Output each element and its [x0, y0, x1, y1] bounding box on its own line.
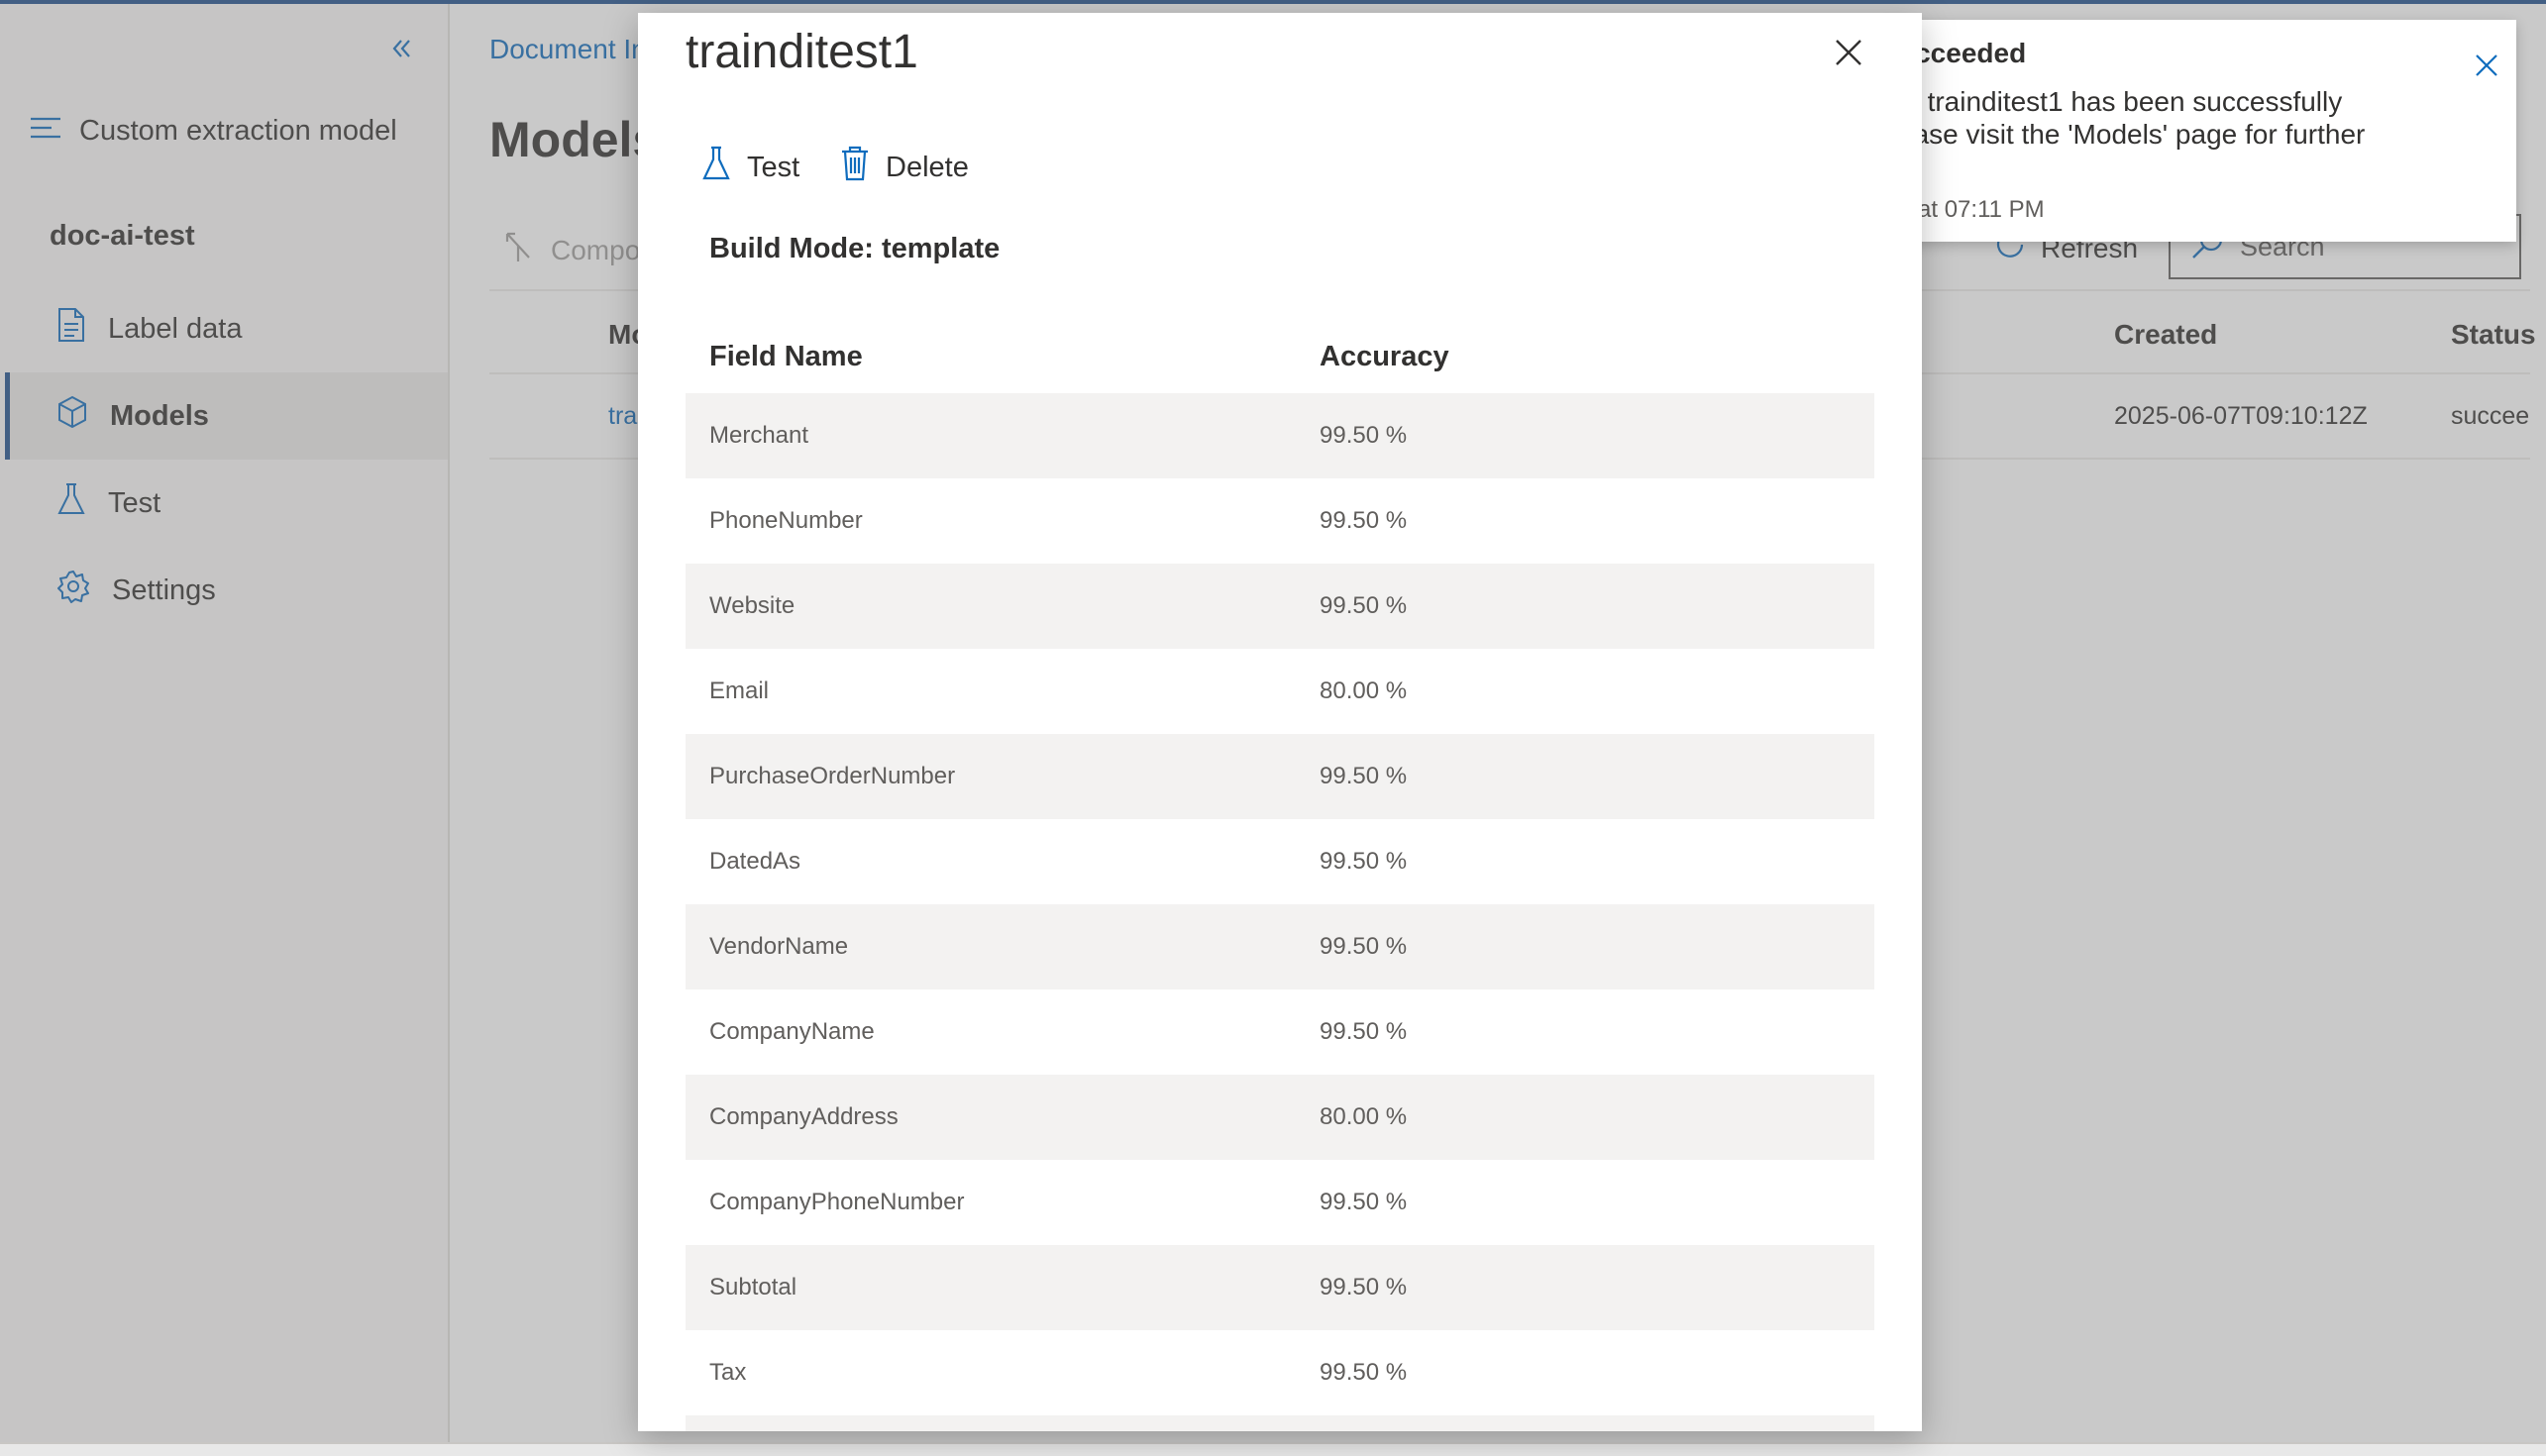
accuracy-header: Accuracy: [1320, 340, 1449, 372]
table-row: CompanyPhoneNumber 99.50 %: [686, 1160, 1874, 1245]
accuracy-cell: 99.50 %: [1320, 592, 1408, 619]
model-details-dialog: trainditest1 Test Delete Build Mode: tem…: [638, 13, 1922, 1431]
table-row: Email 80.00 %: [686, 649, 1874, 734]
field-name-header: Field Name: [709, 340, 863, 372]
toast-message-line: ease visit the 'Models' page for further: [1898, 119, 2366, 150]
field-name-cell: VendorName: [709, 933, 849, 960]
table-row: PhoneNumber 99.50 %: [686, 478, 1874, 564]
close-icon[interactable]: [1827, 31, 1870, 74]
table-row: PurchaseOrderNumber 99.50 %: [686, 734, 1874, 819]
table-header: Field Name Accuracy: [686, 320, 1874, 393]
accuracy-cell: 99.50 %: [1320, 1359, 1408, 1386]
accuracy-cell: 99.50 %: [1320, 422, 1408, 449]
close-icon[interactable]: [2473, 52, 2500, 79]
table-row: DatedAs 99.50 %: [686, 819, 1874, 904]
table-row: Tax 99.50 %: [686, 1330, 1874, 1415]
table-row: Merchant 99.50 %: [686, 393, 1874, 478]
field-name-cell: Tax: [709, 1359, 747, 1386]
test-button[interactable]: Test: [701, 138, 799, 197]
delete-label: Delete: [886, 151, 969, 183]
table-row: Subtotal 99.50 %: [686, 1245, 1874, 1330]
fields-accuracy-table: Field Name Accuracy Merchant 99.50 % Pho…: [686, 320, 1874, 1431]
accuracy-cell: 99.50 %: [1320, 763, 1408, 789]
accuracy-cell: 80.00 %: [1320, 1103, 1408, 1130]
flask-icon: [701, 146, 731, 189]
delete-button[interactable]: Delete: [840, 138, 969, 197]
field-name-cell: PhoneNumber: [709, 507, 863, 534]
table-row: CompanyAddress 80.00 %: [686, 1075, 1874, 1160]
toast-message-line: el trainditest1 has been successfully: [1898, 86, 2343, 117]
notification-toast: ucceeded el trainditest1 has been succes…: [1882, 20, 2516, 242]
accuracy-cell: 99.50 %: [1320, 848, 1408, 875]
table-row: [686, 1415, 1874, 1431]
field-name-cell: Subtotal: [709, 1274, 797, 1300]
field-name-cell: Website: [709, 592, 796, 619]
trash-icon: [840, 146, 870, 189]
test-label: Test: [747, 151, 800, 183]
field-name-cell: PurchaseOrderNumber: [709, 763, 956, 789]
accuracy-cell: 99.50 %: [1320, 507, 1408, 534]
field-name-cell: CompanyAddress: [709, 1103, 899, 1130]
accuracy-cell: 99.50 %: [1320, 1189, 1408, 1215]
field-name-cell: Merchant: [709, 422, 809, 449]
table-row: Website 99.50 %: [686, 564, 1874, 649]
field-name-cell: CompanyName: [709, 1018, 875, 1045]
field-name-cell: DatedAs: [709, 848, 801, 875]
field-name-cell: CompanyPhoneNumber: [709, 1189, 965, 1215]
bottom-bar: [0, 1442, 2546, 1456]
build-mode: Build Mode: template: [709, 233, 1001, 264]
accuracy-cell: 99.50 %: [1320, 1018, 1408, 1045]
dialog-title: trainditest1: [686, 26, 918, 78]
accuracy-cell: 99.50 %: [1320, 933, 1408, 960]
toast-message: el trainditest1 has been successfully ea…: [1898, 85, 2413, 151]
accuracy-cell: 99.50 %: [1320, 1274, 1408, 1300]
table-row: CompanyName 99.50 %: [686, 989, 1874, 1075]
table-row: VendorName 99.50 %: [686, 904, 1874, 989]
accuracy-cell: 80.00 %: [1320, 677, 1408, 704]
field-name-cell: Email: [709, 677, 770, 704]
